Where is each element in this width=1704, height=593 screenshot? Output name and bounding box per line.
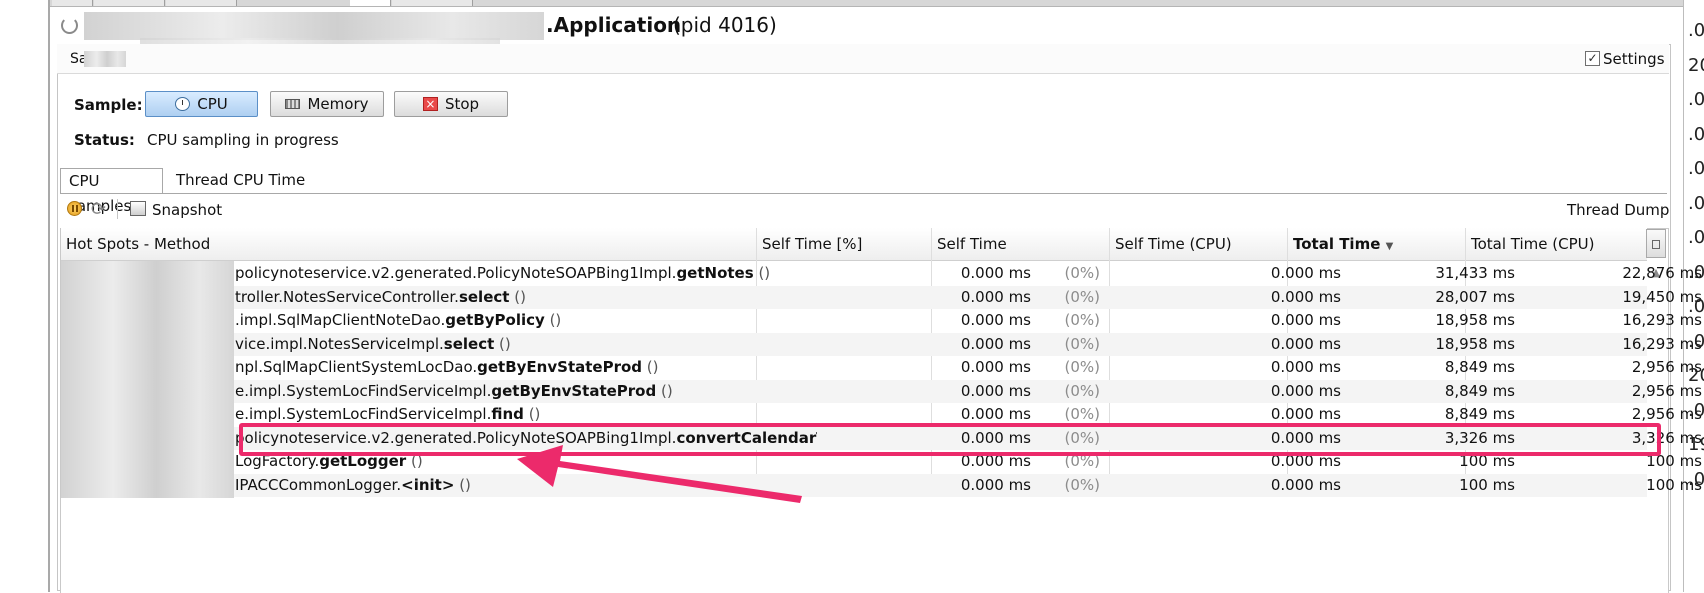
- gutter-text: 19: [1688, 434, 1704, 455]
- gutter-text: .0: [1688, 192, 1704, 214]
- gutter-text: .0: [1688, 296, 1704, 317]
- gutter-text: .0: [1688, 227, 1704, 248]
- gutter-text: .0: [1688, 399, 1704, 421]
- annotation-arrow-icon: [517, 445, 802, 503]
- gutter-text: .0: [1688, 89, 1704, 110]
- gutter-text: 20: [1688, 54, 1704, 76]
- gutter-text: .0: [1688, 468, 1704, 490]
- gutter-text: 20: [1688, 365, 1704, 386]
- gutter-text: .0: [1688, 261, 1704, 283]
- annotation-arrow-layer: [517, 445, 802, 503]
- gutter-text: .0: [1688, 123, 1704, 145]
- gutter-text: .0: [1688, 158, 1704, 179]
- gutter-text: .0: [1688, 20, 1704, 41]
- gutter-text: .0: [1688, 330, 1704, 352]
